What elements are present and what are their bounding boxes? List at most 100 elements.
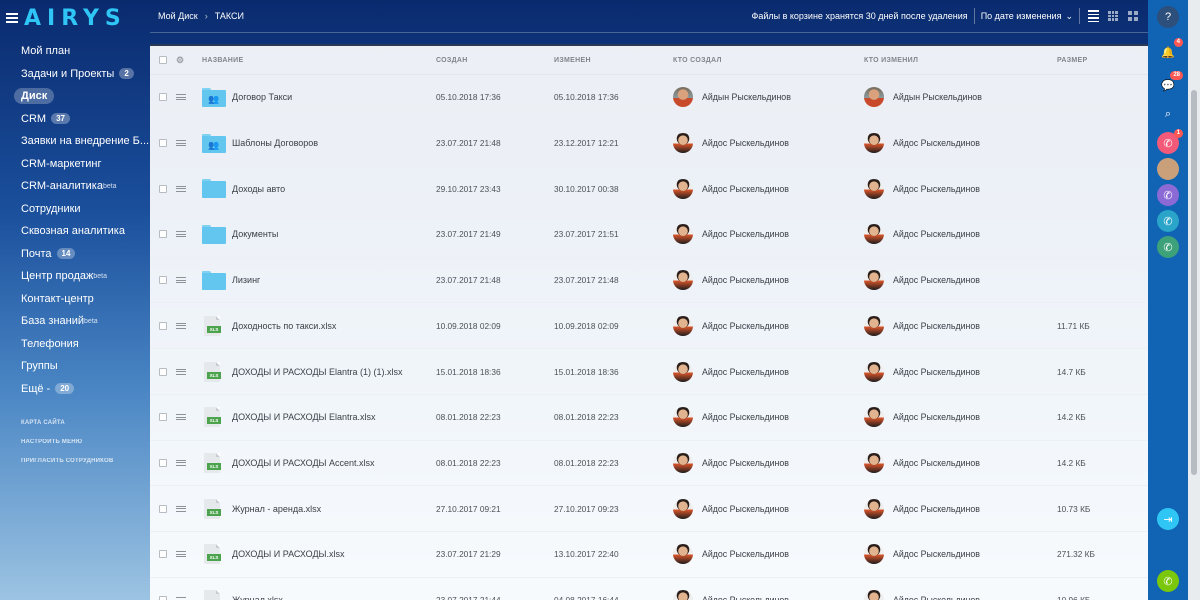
- menu-icon[interactable]: [6, 13, 18, 23]
- table-row[interactable]: XLS ДОХОДЫ И РАСХОДЫ Accent.xlsx 08.01.201…: [150, 441, 1148, 487]
- modified-by-user[interactable]: Айдос Рыскельдинов: [864, 133, 980, 154]
- created-by-user[interactable]: Айдос Рыскельдинов: [673, 544, 789, 565]
- modified-by-user[interactable]: Айдос Рыскельдинов: [864, 224, 980, 245]
- large-grid-view-button[interactable]: [1126, 9, 1140, 23]
- header-created-by[interactable]: КТО СОЗДАЛ: [673, 57, 722, 64]
- modified-by-user[interactable]: Айдос Рыскельдинов: [864, 361, 980, 382]
- header-changed[interactable]: ИЗМЕНЕН: [554, 57, 591, 64]
- created-by-user[interactable]: Айдын Рыскельдинов: [673, 87, 791, 108]
- row-checkbox[interactable]: [159, 550, 167, 559]
- file-name[interactable]: ДОХОДЫ И РАСХОДЫ Elantra.xlsx: [232, 412, 376, 422]
- sidebar-footer-link[interactable]: НАСТРОИТЬ МЕНЮ: [0, 433, 150, 452]
- phone-teal-icon[interactable]: ✆: [1157, 210, 1179, 232]
- created-by-user[interactable]: Айдос Рыскельдинов: [673, 452, 789, 473]
- row-checkbox[interactable]: [159, 596, 167, 600]
- row-menu-icon[interactable]: [176, 231, 186, 238]
- sidebar-item[interactable]: Заявки на внедрение Б...: [0, 130, 150, 153]
- file-name[interactable]: ДОХОДЫ И РАСХОДЫ Elantra (1) (1).xlsx: [232, 367, 403, 377]
- row-checkbox[interactable]: [159, 230, 167, 239]
- scrollbar[interactable]: [1188, 0, 1200, 600]
- table-row[interactable]: Лизинг 23.07.2017 21:48 23.07.2017 21:48 Ай…: [150, 258, 1148, 304]
- sidebar-item[interactable]: CRM 37: [0, 108, 150, 131]
- row-menu-icon[interactable]: [176, 414, 186, 421]
- sidebar-item[interactable]: Группы: [0, 355, 150, 378]
- row-checkbox[interactable]: [159, 321, 167, 330]
- modified-by-user[interactable]: Айдос Рыскельдинов: [864, 315, 980, 336]
- phone-green-icon[interactable]: ✆: [1157, 236, 1179, 258]
- row-menu-icon[interactable]: [176, 551, 186, 558]
- row-menu-icon[interactable]: [176, 505, 186, 512]
- chat-icon[interactable]: 💬 28: [1157, 71, 1183, 96]
- row-checkbox[interactable]: [159, 139, 167, 148]
- small-grid-view-button[interactable]: [1106, 9, 1120, 23]
- table-row[interactable]: Документы 23.07.2017 21:49 23.07.2017 21:5…: [150, 212, 1148, 258]
- sidebar-item[interactable]: Центр продаж beta: [0, 265, 150, 288]
- modified-by-user[interactable]: Айдын Рыскельдинов: [864, 87, 982, 108]
- row-checkbox[interactable]: [159, 504, 167, 513]
- modified-by-user[interactable]: Айдос Рыскельдинов: [864, 544, 980, 565]
- call-icon[interactable]: ✆: [1157, 570, 1179, 592]
- breadcrumb-my-disk[interactable]: Мой Диск: [158, 11, 198, 21]
- sidebar-item[interactable]: Мой план: [0, 40, 150, 63]
- modified-by-user[interactable]: Айдос Рыскельдинов: [864, 590, 980, 600]
- contact-avatar-icon[interactable]: [1157, 158, 1179, 180]
- created-by-user[interactable]: Айдос Рыскельдинов: [673, 270, 789, 291]
- row-menu-icon[interactable]: [176, 368, 186, 375]
- row-checkbox[interactable]: [159, 413, 167, 422]
- row-menu-icon[interactable]: [176, 459, 186, 466]
- modified-by-user[interactable]: Айдос Рыскельдинов: [864, 452, 980, 473]
- created-by-user[interactable]: Айдос Рыскельдинов: [673, 407, 789, 428]
- modified-by-user[interactable]: Айдос Рыскельдинов: [864, 270, 980, 291]
- list-view-button[interactable]: [1086, 9, 1100, 23]
- sidebar-item[interactable]: Задачи и Проекты 2: [0, 63, 150, 86]
- table-row[interactable]: XLS Доходность по такси.xlsx 10.09.2018 02…: [150, 304, 1148, 350]
- select-all-checkbox[interactable]: [159, 56, 167, 64]
- sidebar-item[interactable]: Ещё - 20: [0, 378, 150, 401]
- file-name[interactable]: Доходы авто: [232, 184, 285, 194]
- header-created[interactable]: СОЗДАН: [436, 57, 468, 64]
- table-row[interactable]: Доходы авто 29.10.2017 23:43 30.10.2017 00…: [150, 166, 1148, 213]
- created-by-user[interactable]: Айдос Рыскельдинов: [673, 498, 789, 519]
- row-menu-icon[interactable]: [176, 277, 186, 284]
- modified-by-user[interactable]: Айдос Рыскельдинов: [864, 407, 980, 428]
- created-by-user[interactable]: Айдос Рыскельдинов: [673, 133, 789, 154]
- sidebar-item[interactable]: База знаний beta: [0, 310, 150, 333]
- header-size[interactable]: РАЗМЕР: [1057, 57, 1087, 64]
- file-name[interactable]: Лизинг: [232, 275, 260, 285]
- row-menu-icon[interactable]: [176, 185, 186, 192]
- search-icon[interactable]: ⌕: [1157, 103, 1179, 125]
- created-by-user[interactable]: Айдос Рыскельдинов: [673, 361, 789, 382]
- row-menu-icon[interactable]: [176, 94, 186, 101]
- table-row[interactable]: XLS ДОХОДЫ И РАСХОДЫ Elantra.xlsx 08.01.20…: [150, 395, 1148, 441]
- sidebar-item[interactable]: Телефония: [0, 333, 150, 356]
- file-name[interactable]: Шаблоны Договоров: [232, 138, 318, 148]
- file-name[interactable]: ДОХОДЫ И РАСХОДЫ.xlsx: [232, 549, 345, 559]
- file-name[interactable]: Журнал.xlsx: [232, 595, 283, 600]
- sidebar-footer-link[interactable]: КАРТА САЙТА: [0, 414, 150, 433]
- sidebar-item[interactable]: Почта 14: [0, 243, 150, 266]
- row-checkbox[interactable]: [159, 276, 167, 285]
- table-row[interactable]: XLS ДОХОДЫ И РАСХОДЫ.xlsx 23.07.2017 21:29…: [150, 532, 1148, 578]
- row-menu-icon[interactable]: [176, 322, 186, 329]
- phone-red-icon[interactable]: ✆ 1: [1157, 129, 1183, 154]
- created-by-user[interactable]: Айдос Рыскельдинов: [673, 315, 789, 336]
- exit-icon[interactable]: ⇥: [1157, 508, 1179, 530]
- header-modified-by[interactable]: КТО ИЗМЕНИЛ: [864, 57, 918, 64]
- file-name[interactable]: ДОХОДЫ И РАСХОДЫ Accent.xlsx: [232, 458, 375, 468]
- file-name[interactable]: Договор Такси: [232, 92, 292, 102]
- row-checkbox[interactable]: [159, 93, 167, 102]
- sidebar-item[interactable]: Диск: [0, 85, 150, 108]
- row-checkbox[interactable]: [159, 367, 167, 376]
- sidebar-item[interactable]: CRM-маркетинг: [0, 153, 150, 176]
- row-menu-icon[interactable]: [176, 140, 186, 147]
- table-row[interactable]: 👥 Договор Такси 05.10.2018 17:36 05.10.2018…: [150, 75, 1148, 121]
- row-checkbox[interactable]: [159, 184, 167, 193]
- modified-by-user[interactable]: Айдос Рыскельдинов: [864, 178, 980, 199]
- file-name[interactable]: Журнал - аренда.xlsx: [232, 504, 321, 514]
- sidebar-footer-link[interactable]: ПРИГЛАСИТЬ СОТРУДНИКОВ: [0, 452, 150, 471]
- gear-icon[interactable]: ⚙: [176, 55, 184, 66]
- header-name[interactable]: НАЗВАНИЕ: [202, 57, 243, 64]
- file-name[interactable]: Документы: [232, 229, 278, 239]
- file-name[interactable]: Доходность по такси.xlsx: [232, 321, 336, 331]
- scrollbar-thumb[interactable]: [1191, 90, 1197, 475]
